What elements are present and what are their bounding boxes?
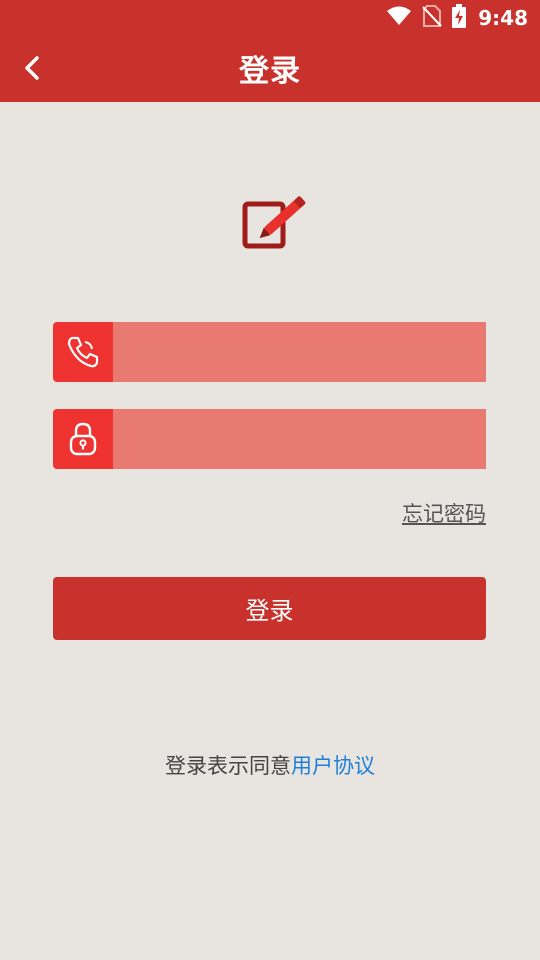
agreement-prefix: 登录表示同意 (165, 754, 291, 778)
password-input[interactable] (113, 409, 486, 469)
battery-charging-icon (452, 4, 467, 32)
status-time: 9:48 (478, 6, 528, 30)
wifi-icon (386, 6, 412, 30)
no-sim-icon (422, 5, 442, 31)
password-field (53, 409, 486, 469)
app-bar: 9:48 登录 (0, 0, 540, 102)
page-title: 登录 (239, 54, 301, 89)
edit-pencil-icon (238, 184, 316, 254)
agreement-notice: 登录表示同意用户协议 (0, 750, 540, 780)
phone-field (53, 322, 486, 382)
lock-icon (53, 409, 113, 469)
login-button[interactable]: 登录 (53, 577, 486, 640)
forgot-password-link[interactable]: 忘记密码 (402, 498, 486, 528)
status-bar: 9:48 (386, 4, 528, 32)
phone-icon (53, 322, 113, 382)
user-agreement-link[interactable]: 用户协议 (291, 754, 375, 778)
phone-input[interactable] (113, 322, 486, 382)
